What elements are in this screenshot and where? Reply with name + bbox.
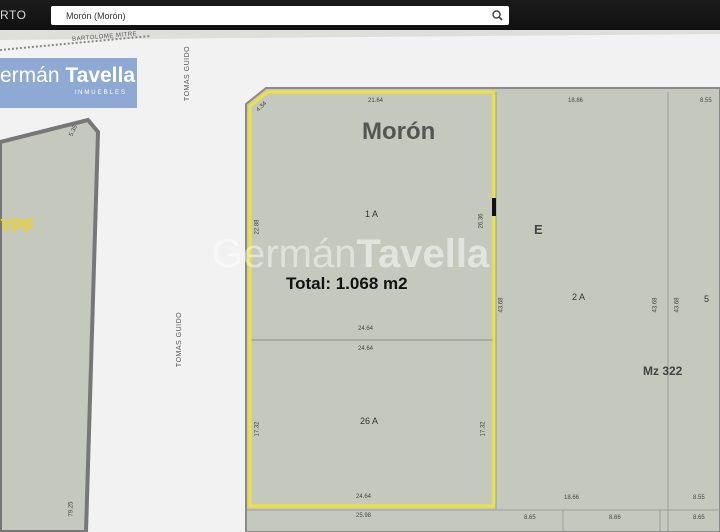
dimension-label: 24.64 [358,326,374,332]
dimension-label: 24.64 [356,494,372,500]
street-label-tomas-guido-north: TOMAS GUIDO [184,45,192,102]
dimension-label: 43.68 [498,297,505,313]
search-input[interactable] [66,8,486,23]
search-icon[interactable] [491,9,504,22]
search-box[interactable] [51,6,509,25]
dimension-label: 8.65 [693,515,705,521]
total-area-label: Total: 1.068 m2 [286,274,408,293]
lot-label: 2 A [572,292,586,302]
city-label: Morón [362,118,436,145]
dimension-label: 24.64 [358,346,374,352]
dimension-label: 25.98 [356,513,372,519]
dimension-label: 43.68 [674,297,681,313]
lot-label: 26 A [360,416,379,426]
watermark: GermánTavella [212,232,490,276]
block-322 [245,87,720,532]
agency-logo: ermán Tavella INMUEBLES [0,58,137,108]
dimension-label: 8.65 [524,515,536,521]
dimension-label: 79.25 [68,501,75,517]
block-number-label: Mz 322 [643,364,683,378]
station-label: YPF [0,216,36,236]
dimension-label: 17.32 [254,421,261,437]
dimension-label: 17.32 [480,421,487,437]
dimension-label: 18.86 [568,98,584,104]
dimension-label: 8.55 [700,98,712,104]
dimension-label: 26.36 [478,213,485,229]
top-bar: RTO [0,0,720,30]
dimension-label: 8.66 [609,515,621,521]
dimension-label: 43.68 [652,297,659,313]
street-label-tomas-guido-south: TOMAS GUIDO [176,311,184,368]
block-letter-label: E [534,222,543,237]
ypf-parcel [0,117,101,532]
dimension-label: 18.66 [564,495,580,501]
lot-label: 1 A [365,209,379,219]
brand-fragment: RTO [0,8,27,22]
dimension-label: 8.55 [693,495,705,501]
lot-label: 5 [704,294,710,304]
dimension-label: 21.64 [368,98,384,104]
logo-name: ermán Tavella [0,64,136,87]
logo-subtitle: INMUEBLES [74,90,127,96]
marker [492,198,496,216]
